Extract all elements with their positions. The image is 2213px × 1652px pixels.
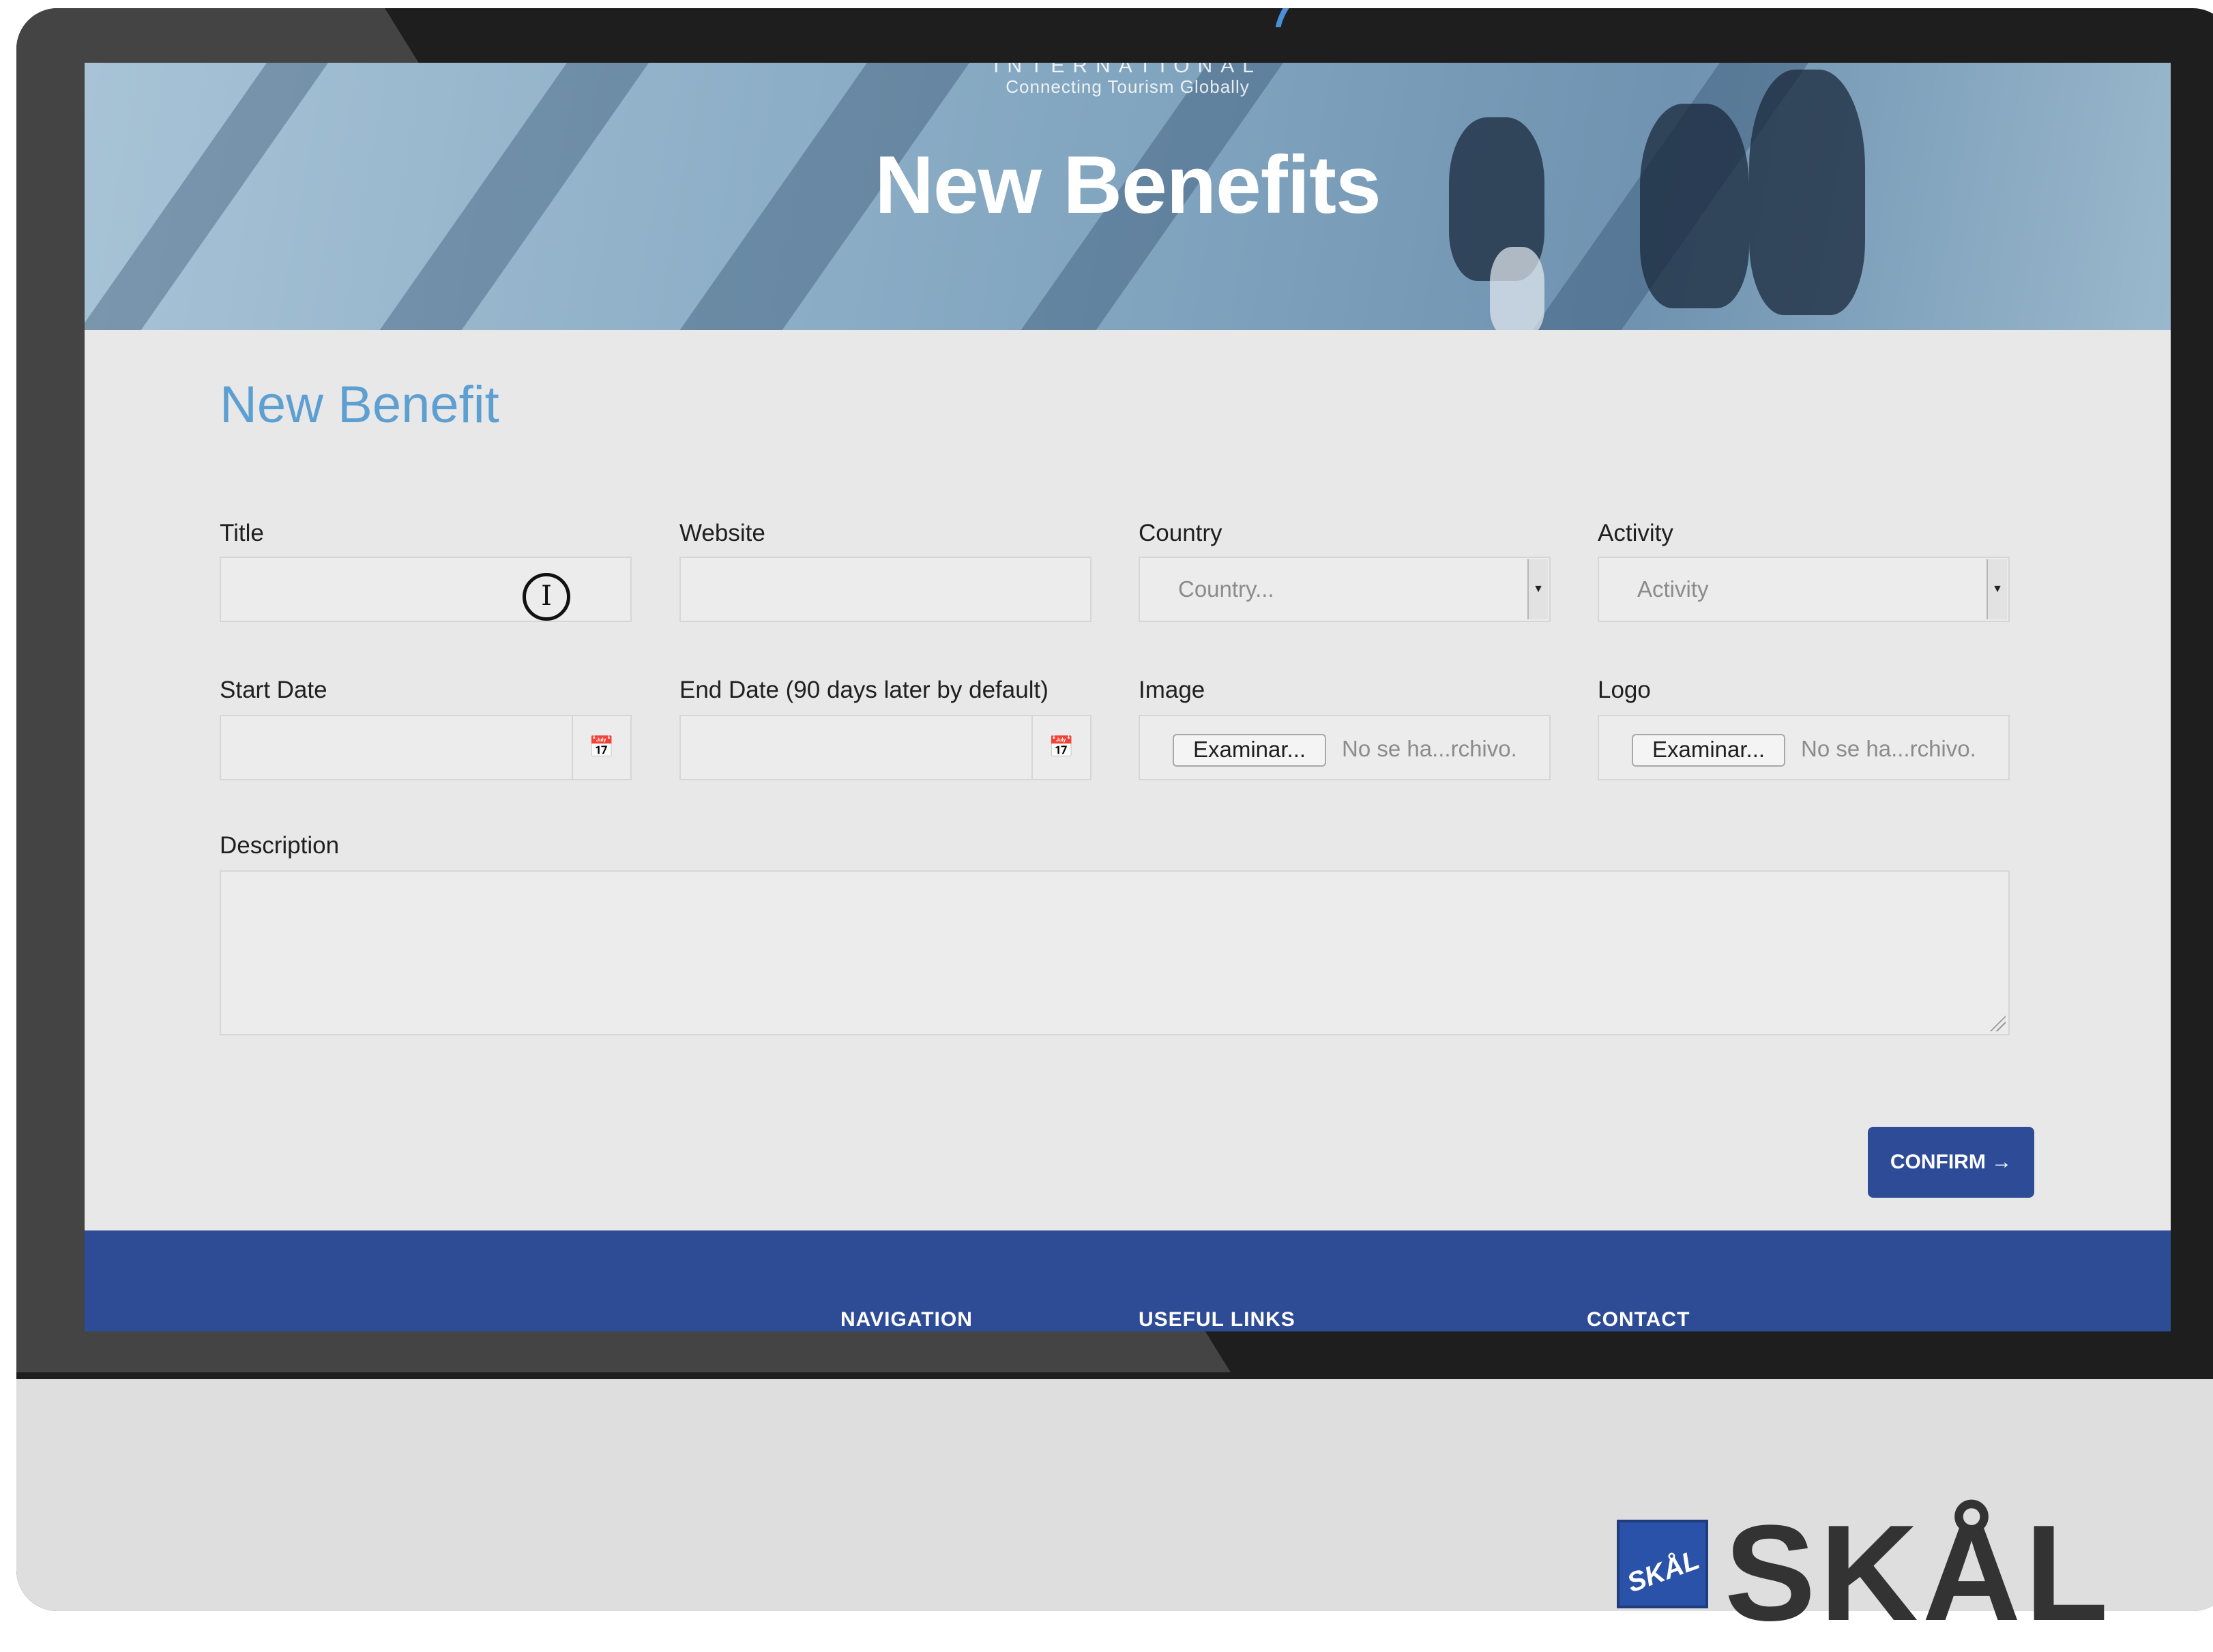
hero-banner: INTERNATIONAL Connecting Tourism Globall… bbox=[85, 63, 2171, 330]
activity-select[interactable]: Activity ▼ bbox=[1598, 557, 2010, 622]
calendar-icon[interactable]: 📅 bbox=[1031, 716, 1090, 779]
website-input[interactable] bbox=[679, 557, 1091, 622]
footer-contact-heading: CONTACT bbox=[1587, 1308, 1690, 1331]
page-title: New Benefits bbox=[875, 139, 1381, 231]
calendar-icon[interactable]: 📅 bbox=[572, 716, 630, 779]
title-label: Title bbox=[220, 520, 264, 546]
image-label: Image bbox=[1139, 677, 1205, 703]
logo-label: Logo bbox=[1598, 677, 1651, 703]
website-label: Website bbox=[679, 520, 765, 546]
description-textarea[interactable] bbox=[220, 870, 2010, 1035]
chevron-down-icon[interactable]: ▼ bbox=[1527, 559, 1548, 619]
chevron-down-icon[interactable]: ▼ bbox=[1987, 559, 2007, 619]
footer-useful-links-heading: USEFUL LINKS bbox=[1139, 1308, 1295, 1331]
confirm-button[interactable]: CONFIRM → bbox=[1868, 1127, 2034, 1198]
image-browse-button[interactable]: Examinar... bbox=[1173, 734, 1327, 767]
logo-file-input[interactable]: Examinar... No se ha...rchivo. bbox=[1598, 715, 2010, 780]
country-label: Country bbox=[1139, 520, 1222, 546]
form-heading: New Benefit bbox=[220, 376, 499, 434]
footer: NAVIGATION USEFUL LINKS CONTACT bbox=[85, 1230, 2171, 1331]
start-date-label: Start Date bbox=[220, 677, 327, 703]
resize-handle[interactable] bbox=[1988, 1014, 2006, 1031]
activity-label: Activity bbox=[1598, 520, 1673, 546]
title-input[interactable] bbox=[220, 557, 632, 622]
end-date-label: End Date (90 days later by default) bbox=[679, 677, 1049, 703]
image-file-status: No se ha...rchivo. bbox=[1342, 736, 1517, 761]
text-cursor-icon: I bbox=[523, 573, 570, 621]
start-date-input[interactable]: 📅 bbox=[220, 715, 632, 780]
brand-name: INTERNATIONAL bbox=[993, 63, 1262, 77]
top-decoration bbox=[1259, 8, 1377, 69]
logo-browse-button[interactable]: Examinar... bbox=[1632, 734, 1786, 767]
skal-emblem-icon: SKÅL bbox=[1617, 1520, 1708, 1608]
footer-navigation-heading: NAVIGATION bbox=[840, 1308, 973, 1331]
activity-placeholder: Activity bbox=[1637, 576, 1709, 602]
brand-tagline: Connecting Tourism Globally bbox=[1006, 76, 1250, 97]
logo-file-status: No se ha...rchivo. bbox=[1801, 736, 1976, 761]
end-date-input[interactable]: 📅 bbox=[679, 715, 1091, 780]
country-placeholder: Country... bbox=[1178, 576, 1274, 602]
skal-wordmark: SKÅL bbox=[1725, 1497, 2113, 1649]
browser-screen: INTERNATIONAL Connecting Tourism Globall… bbox=[85, 63, 2171, 1331]
image-file-input[interactable]: Examinar... No se ha...rchivo. bbox=[1139, 715, 1551, 780]
country-select[interactable]: Country... ▼ bbox=[1139, 557, 1551, 622]
description-label: Description bbox=[220, 832, 340, 859]
